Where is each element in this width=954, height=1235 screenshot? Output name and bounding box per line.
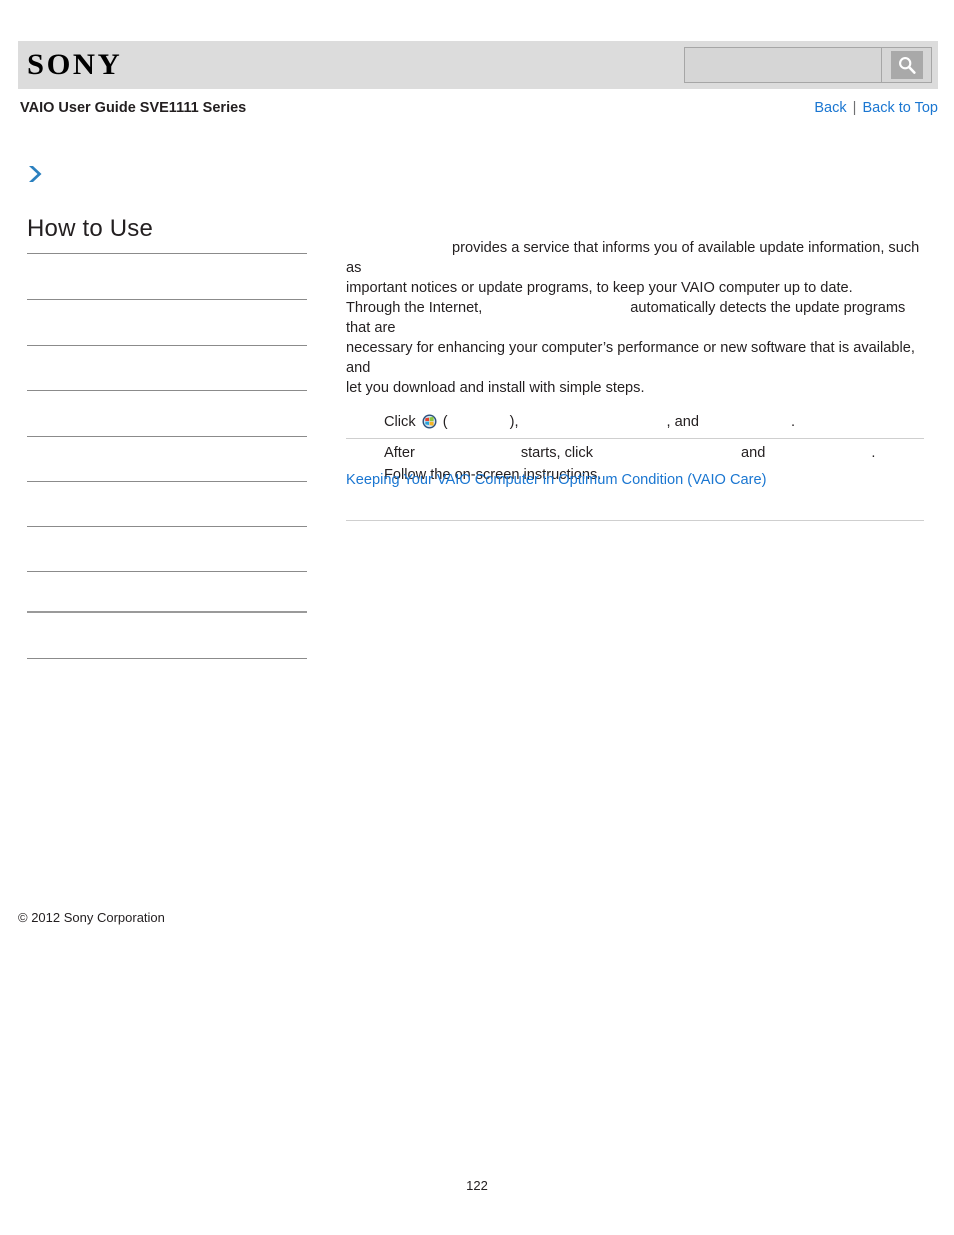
sidebar-item-3[interactable] — [27, 345, 307, 391]
sidebar-item-7[interactable] — [27, 526, 307, 572]
sub-header: VAIO User Guide SVE1111 Series Back | Ba… — [0, 100, 954, 124]
sidebar-title: How to Use — [27, 215, 154, 242]
page-number: 122 — [466, 1178, 488, 1193]
intro-line-1: provides a service that informs you of a… — [346, 240, 920, 276]
sidebar-item-5[interactable] — [27, 436, 307, 482]
step-1-conjunction: , and — [666, 414, 700, 430]
sidebar-item-6[interactable] — [27, 481, 307, 527]
link-separator: | — [852, 100, 857, 116]
related-topic-link[interactable]: Keeping Your VAIO Computer in Optimum Co… — [346, 439, 924, 520]
sidebar-item-label — [27, 346, 307, 352]
back-link[interactable]: Back — [814, 100, 846, 116]
search-input[interactable] — [685, 48, 881, 82]
intro-line-3a: Through the Internet, — [346, 300, 483, 316]
divider-bottom — [346, 520, 924, 521]
windows-start-orb-icon — [422, 414, 437, 435]
site-header: SONY — [18, 41, 938, 89]
sidebar-item-2[interactable] — [27, 299, 307, 345]
step-1-paren-open: ( — [442, 414, 448, 430]
related-topics-block: Keeping Your VAIO Computer in Optimum Co… — [346, 438, 924, 521]
sidebar-item-label — [27, 613, 307, 619]
sidebar-item-10[interactable] — [27, 658, 307, 704]
sidebar-item-1[interactable] — [27, 253, 307, 299]
search-area — [684, 47, 932, 83]
step-1-period: . — [791, 414, 796, 430]
intro-line-2: important notices or update programs, to… — [346, 280, 853, 296]
step-1-prefix: Click — [384, 414, 416, 430]
sidebar-item-label — [27, 659, 307, 665]
search-button[interactable] — [881, 48, 931, 82]
sidebar-item-label — [27, 437, 307, 443]
sidebar-item-label — [27, 527, 307, 533]
step-1-paren-close: ), — [509, 414, 519, 430]
sidebar-item-9[interactable] — [27, 611, 307, 657]
header-nav-links: Back | Back to Top — [814, 100, 938, 116]
sidebar-item-label — [27, 482, 307, 488]
back-to-top-link[interactable]: Back to Top — [862, 100, 938, 116]
step-item-1: Click (), , and. — [346, 412, 924, 435]
search-magnifier-icon — [890, 51, 923, 79]
sidebar-item-4[interactable] — [27, 390, 307, 436]
page-title: VAIO User Guide SVE1111 Series — [20, 100, 247, 116]
intro-line-4: necessary for enhancing your computer’s … — [346, 340, 915, 376]
copyright-notice: © 2012 Sony Corporation — [18, 910, 165, 925]
chevron-right-icon[interactable] — [24, 163, 46, 185]
intro-line-5: let you download and install with simple… — [346, 380, 645, 396]
sidebar-item-label — [27, 254, 307, 260]
sony-logo: SONY — [27, 48, 123, 81]
sidebar-item-label — [27, 572, 307, 578]
sidebar-item-label — [27, 300, 307, 306]
sidebar-item-label — [27, 391, 307, 397]
intro-paragraph: provides a service that informs you of a… — [346, 238, 924, 398]
